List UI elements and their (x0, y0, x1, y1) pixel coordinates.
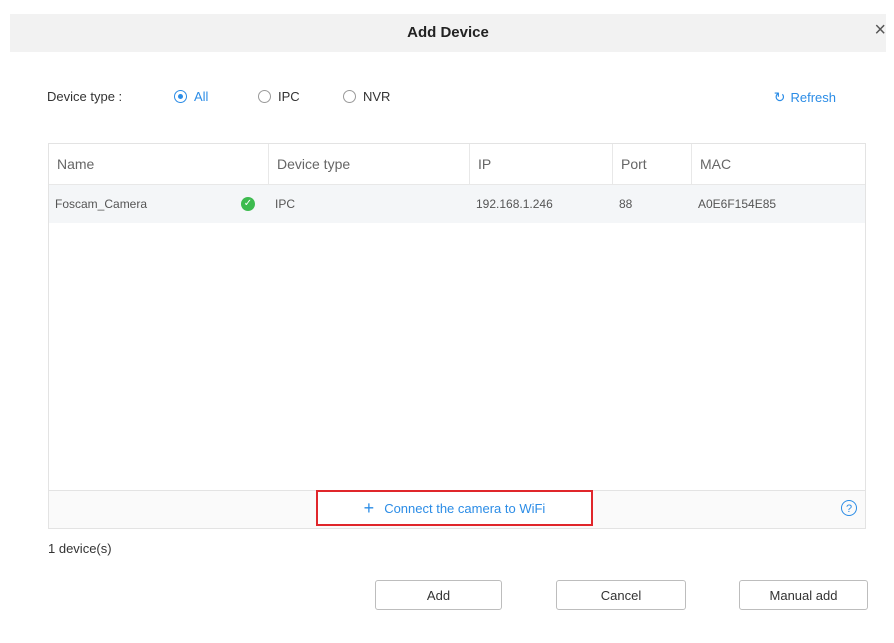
manual-add-button[interactable]: Manual add (739, 580, 868, 610)
dialog-title-bar: Add Device × (10, 14, 886, 52)
device-type-label: Device type : (47, 89, 123, 104)
radio-all[interactable]: All (174, 89, 208, 104)
radio-ipc-label: IPC (278, 89, 300, 104)
column-header-name[interactable]: Name (49, 144, 269, 184)
cell-device-type: IPC (275, 197, 296, 211)
cancel-button[interactable]: Cancel (556, 580, 686, 610)
help-icon[interactable]: ? (841, 500, 857, 516)
column-header-device-type[interactable]: Device type (269, 144, 470, 184)
add-button[interactable]: Add (375, 580, 502, 610)
refresh-button[interactable]: ↻ Refresh (774, 89, 836, 106)
online-status-icon: ✓ (241, 197, 255, 211)
cell-ip: 192.168.1.246 (476, 197, 553, 211)
device-name: Foscam_Camera (55, 197, 148, 211)
refresh-label: Refresh (790, 90, 836, 105)
radio-nvr-label: NVR (363, 89, 391, 104)
column-header-ip[interactable]: IP (470, 144, 613, 184)
radio-all-label: All (194, 89, 209, 104)
plus-icon: + (363, 498, 375, 518)
device-count: 1 device(s) (48, 541, 112, 556)
cell-port: 88 (619, 197, 633, 211)
connect-wifi-label: Connect the camera to WiFi (384, 500, 546, 516)
radio-ipc[interactable]: IPC (258, 89, 300, 104)
table-row[interactable]: Foscam_Camera ✓ IPC 192.168.1.246 88 A0E… (49, 185, 865, 223)
connect-wifi-link[interactable]: + Connect the camera to WiFi (316, 490, 593, 526)
close-icon[interactable]: × (874, 20, 886, 40)
table-header: Name Device type IP Port MAC (49, 144, 865, 185)
cell-name: Foscam_Camera ✓ (49, 185, 269, 223)
column-header-mac[interactable]: MAC (692, 144, 865, 184)
column-header-port[interactable]: Port (613, 144, 692, 184)
radio-selected-icon (174, 90, 187, 103)
device-table: Name Device type IP Port MAC Foscam_Came… (48, 143, 866, 529)
refresh-icon: ↻ (773, 89, 786, 105)
cell-mac: A0E6F154E85 (698, 197, 777, 211)
radio-nvr[interactable]: NVR (343, 89, 390, 104)
radio-unselected-icon (258, 90, 271, 103)
radio-unselected-icon (343, 90, 356, 103)
table-footer: + Connect the camera to WiFi ? (49, 490, 865, 528)
dialog-title: Add Device (407, 24, 489, 41)
